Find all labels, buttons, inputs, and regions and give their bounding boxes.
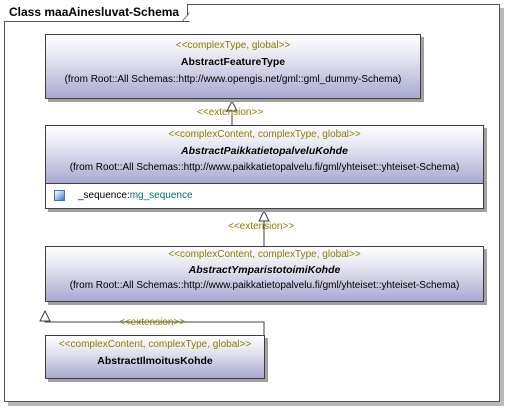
edge-label-3: <<extension>> <box>119 317 186 328</box>
class-abstract-ilmoitus-kohde[interactable]: <<complexContent, complexType, global>> … <box>45 335 265 379</box>
class-header: <<complexContent, complexType, global>> … <box>46 247 483 301</box>
attribute-name: _sequence <box>78 190 127 201</box>
class-attributes: _sequence: mg_sequence <box>46 183 483 208</box>
class-origin: (from Root::All Schemas::http://www.open… <box>64 74 402 85</box>
class-origin: (from Root::All Schemas::http://www.paik… <box>69 162 460 173</box>
class-stereotype: <<complexContent, complexType, global>> <box>168 129 361 140</box>
class-stereotype: <<complexType, global>> <box>175 40 291 51</box>
class-name: AbstractFeatureType <box>180 56 286 68</box>
class-abstract-feature-type[interactable]: <<complexType, global>> AbstractFeatureT… <box>45 34 421 99</box>
class-name: AbstractIlmoitusKohde <box>97 355 213 367</box>
edge-label-1: <<extension>> <box>197 107 264 118</box>
class-abstract-ymparistotoimi-kohde[interactable]: <<complexContent, complexType, global>> … <box>45 246 484 302</box>
generalization-arrow-2 <box>258 209 270 222</box>
attribute-row[interactable]: _sequence: mg_sequence <box>54 190 193 201</box>
class-header: <<complexContent, complexType, global>> … <box>46 336 264 378</box>
edge-label-2: <<extension>> <box>228 221 295 232</box>
class-header: <<complexType, global>> AbstractFeatureT… <box>46 35 420 98</box>
generalization-arrow-3 <box>39 309 51 322</box>
class-origin: (from Root::All Schemas::http://www.paik… <box>69 280 460 291</box>
attribute-icon <box>54 190 65 201</box>
class-stereotype: <<complexContent, complexType, global>> <box>168 249 361 260</box>
class-name: AbstractPaikkatietopalveluKohde <box>181 145 348 157</box>
class-abstract-paikkatietopalvelu-kohde[interactable]: <<complexContent, complexType, global>> … <box>45 125 484 209</box>
class-stereotype: <<complexContent, complexType, global>> <box>58 339 252 350</box>
class-name: AbstractYmparistotoimiKohde <box>188 264 341 276</box>
attribute-type: mg_sequence <box>129 190 193 201</box>
class-header: <<complexContent, complexType, global>> … <box>46 126 483 183</box>
